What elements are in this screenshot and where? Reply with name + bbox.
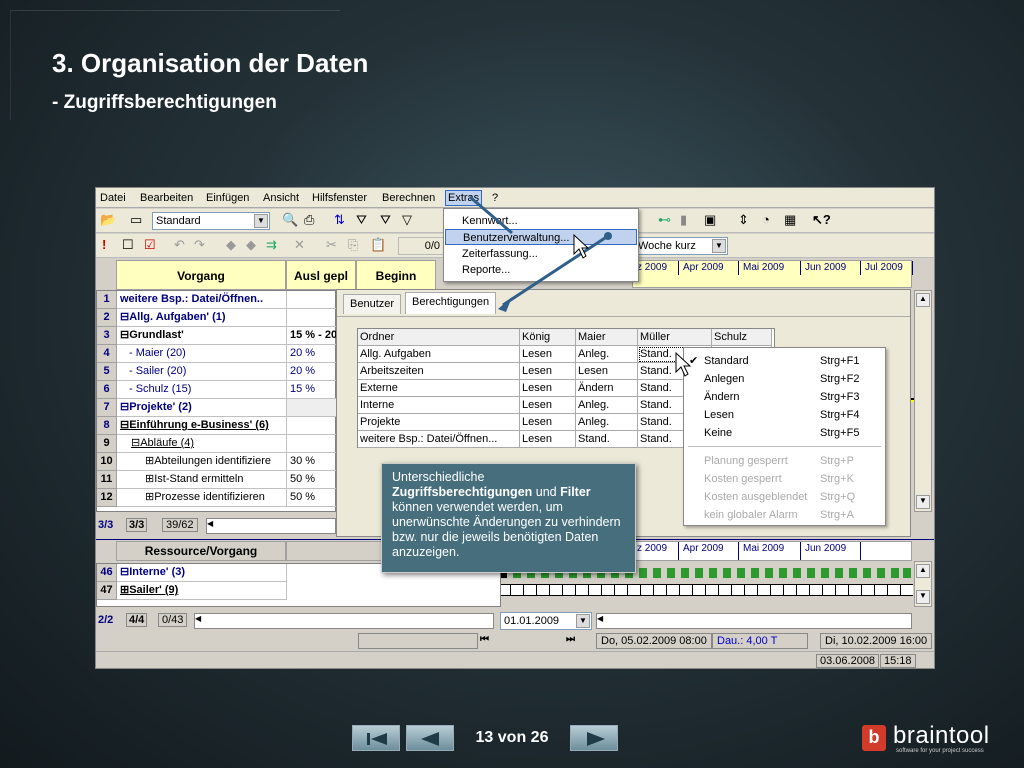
nav-prev-button[interactable] bbox=[406, 725, 454, 751]
brand-name: braintool bbox=[893, 722, 990, 749]
tooltip-text: Unterschiedliche bbox=[392, 470, 485, 484]
tooltip-bold: Zugriffsberechtigungen bbox=[392, 485, 533, 499]
arrow-to-menu bbox=[469, 195, 513, 235]
info-tooltip: Unterschiedliche Zugriffsberechtigungen u… bbox=[381, 463, 636, 573]
tooltip-bold: Filter bbox=[560, 485, 591, 499]
brand-logo-icon: b bbox=[862, 725, 886, 751]
nav-first-button[interactable] bbox=[352, 725, 400, 751]
arrow-dot bbox=[604, 232, 612, 240]
arrow-to-tab bbox=[502, 234, 609, 307]
tab-berechtigungen[interactable]: Berechtigungen bbox=[405, 292, 497, 314]
nav-next-button[interactable] bbox=[570, 725, 618, 751]
tooltip-text: können verwendet werden, um unerwünschte… bbox=[392, 500, 621, 559]
tooltip-text: und bbox=[532, 485, 561, 499]
mouse-pointer-icon bbox=[675, 351, 692, 377]
next-icon bbox=[587, 732, 605, 746]
brand-tagline: software for your project success bbox=[896, 748, 984, 754]
page-counter: 13 von 26 bbox=[475, 729, 549, 746]
mouse-pointer-icon bbox=[573, 233, 590, 259]
skip-back-icon bbox=[367, 733, 387, 745]
arrow-head bbox=[498, 297, 512, 312]
prev-icon bbox=[421, 732, 439, 746]
annotation-arrows bbox=[469, 195, 692, 377]
